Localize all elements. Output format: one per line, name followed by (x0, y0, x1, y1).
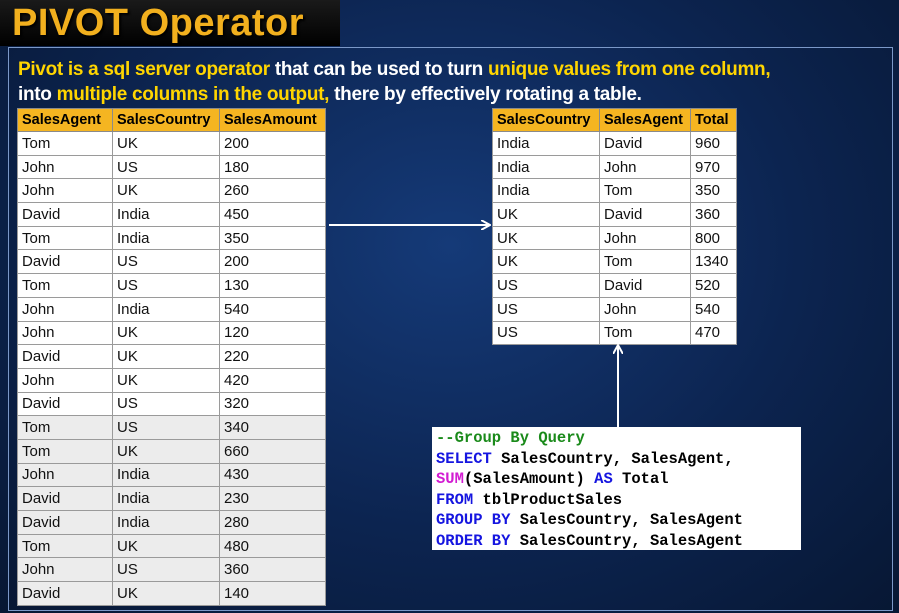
code-table-name: tblProductSales (473, 490, 623, 509)
code-keyword-group-by: GROUP BY (436, 511, 511, 530)
sql-code-box: --Group By Query SELECT SalesCountry, Sa… (432, 427, 801, 550)
code-order-columns: SalesCountry, SalesAgent (510, 531, 743, 550)
code-function-sum: SUM (436, 470, 464, 489)
code-alias: Total (612, 470, 669, 489)
code-keyword-order-by: ORDER BY (436, 531, 511, 550)
code-comment: --Group By Query (436, 429, 585, 447)
code-group-columns: SalesCountry, SalesAgent (510, 511, 743, 530)
code-keyword-select: SELECT (436, 449, 492, 468)
code-keyword-as: AS (594, 470, 613, 489)
code-select-columns: SalesCountry, SalesAgent, (491, 449, 734, 468)
code-sum-arg: (SalesAmount) (463, 470, 595, 489)
code-keyword-from: FROM (436, 490, 474, 509)
